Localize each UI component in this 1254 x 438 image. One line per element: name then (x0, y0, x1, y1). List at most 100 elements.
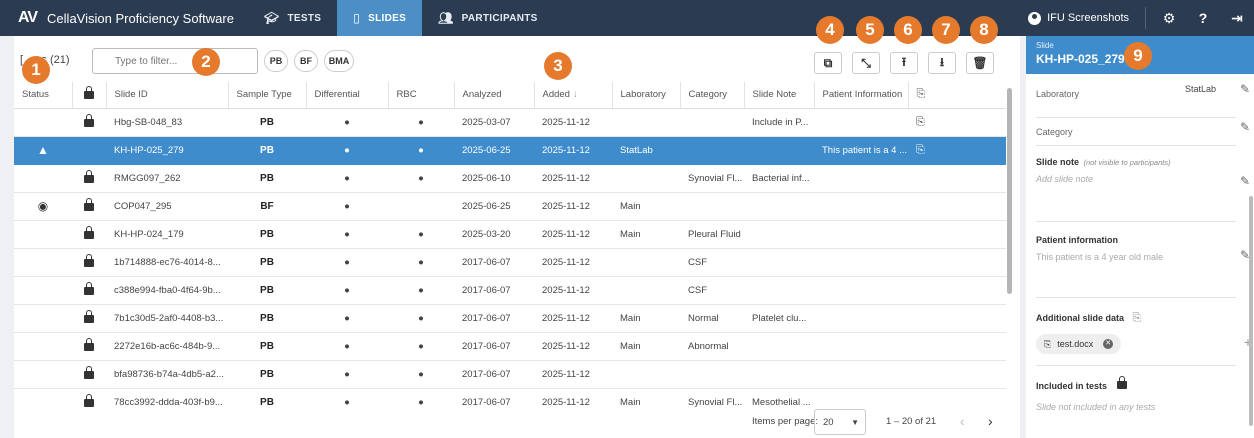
col-added-cell: 2025-11-12 (534, 276, 612, 305)
table-row[interactable]: 2272e16b-ac6c-484b-9... PB ● ● 2017-06-07 202… (14, 332, 1006, 361)
lock-icon (1117, 376, 1128, 389)
upload-button[interactable]: ⭱ (890, 52, 918, 74)
caret-down-icon: ▼ (851, 418, 859, 427)
col-slide-id-label: Slide ID (114, 89, 148, 101)
table-row[interactable]: KH-HP-024_179 PB ● ● 2025-03-20 2025-11-12 Mai… (14, 220, 1006, 249)
col-added-cell: 2025-11-12 (534, 332, 612, 361)
table-row[interactable]: c388e994-fba0-4f64-9b... PB ● ● 2017-06-07 20… (14, 276, 1006, 305)
col-category-header[interactable]: Category (680, 82, 745, 109)
edit-laboratory-icon[interactable]: ✎ (1240, 82, 1250, 96)
col-sample-type-cell: PB (228, 136, 306, 165)
paperclip-icon: ⎘ (916, 143, 925, 156)
col-slide-id-cell: c388e994-fba0-4f64-9b... (106, 276, 228, 305)
patient-info-input[interactable]: This patient is a 4 year old male (1036, 252, 1236, 262)
col-rbc-cell: ● (388, 276, 454, 305)
lock-icon (84, 113, 94, 127)
col-lock-cell (72, 192, 106, 221)
table-row[interactable]: 78cc3992-ddda-403f-b9... PB ● ● 2017-06-07 20… (14, 388, 1006, 408)
col-rbc-header[interactable]: RBC (388, 82, 455, 109)
col-laboratory-cell (612, 108, 680, 137)
user-menu[interactable]: IFU Screenshots (1028, 7, 1146, 29)
tab-participants[interactable]: 👥︎ PARTICIPANTS (422, 0, 554, 36)
col-attachment-header[interactable]: ⎘ (908, 82, 1006, 109)
delete-button[interactable]: 🗑︎ (966, 52, 994, 74)
col-analyzed-header[interactable]: Analyzed (454, 82, 535, 109)
edit-slide-note-icon[interactable]: ✎ (1240, 174, 1250, 188)
table-row[interactable]: Hbg-SB-048_83 PB ● ● 2025-03-07 2025-11-12 Inc… (14, 108, 1006, 137)
col-status-cell: ◉ (14, 192, 72, 221)
col-attachment-cell (908, 276, 1006, 305)
patient-info-label: Patient information (1036, 235, 1119, 245)
col-rbc-cell: ● (388, 164, 454, 193)
download-icon: ⭳ (939, 54, 945, 69)
download-button[interactable]: ⭳ (928, 52, 956, 74)
col-differential-cell: ● (306, 304, 388, 333)
lock-icon (84, 309, 94, 323)
col-sample-type-header[interactable]: Sample Type (228, 82, 307, 109)
remove-attachment-icon[interactable]: ✕ (1103, 339, 1114, 349)
slide-note-input[interactable]: Add slide note (1036, 174, 1236, 184)
col-differential-header[interactable]: Differential (306, 82, 389, 109)
items-per-page-select[interactable]: 20 ▼ (814, 409, 866, 435)
col-lock-cell (72, 388, 106, 408)
col-slide-id-header[interactable]: Slide ID (106, 82, 229, 109)
col-patient-info-cell (814, 192, 908, 221)
col-category-cell: Synovial Fl... (680, 388, 744, 408)
col-patient-info-header[interactable]: Patient Information (814, 82, 909, 109)
gear-icon[interactable]: ⚙ (1152, 10, 1186, 27)
col-added-cell: 2025-11-12 (534, 136, 612, 165)
tab-tests-label: TESTS (287, 12, 322, 24)
col-slide-note-cell (744, 332, 814, 361)
col-sample-type-cell: BF (228, 192, 306, 221)
col-added-cell: 2025-11-12 (534, 192, 612, 221)
table-row[interactable]: bfa98736-b74a-4db5-a2... PB ● ● 2017-06-07 20… (14, 360, 1006, 389)
col-slide-note-cell: Bacterial inf... (744, 164, 814, 193)
table-header: Status Slide ID Sample Type Differential RBC… (14, 82, 1006, 109)
table-scrollbar[interactable] (1006, 82, 1014, 408)
help-icon[interactable]: ? (1186, 10, 1220, 26)
merge-button[interactable]: ⤡ (852, 52, 880, 74)
copy-button[interactable]: ⧉ (814, 52, 842, 74)
col-added-cell: 2025-11-12 (534, 108, 612, 137)
col-status-header[interactable]: Status (14, 82, 73, 109)
marker-8: 8 (970, 16, 998, 44)
col-laboratory-header[interactable]: Laboratory (612, 82, 681, 109)
col-sample-type-cell: PB (228, 164, 306, 193)
filter-bf-chip[interactable]: BF (294, 50, 318, 72)
edit-category-icon[interactable]: ✎ (1240, 120, 1250, 134)
col-rbc-cell: ● (388, 136, 454, 165)
col-analyzed-cell: 2017-06-07 (454, 388, 534, 408)
tab-slides[interactable]: ▯ SLIDES (337, 0, 423, 36)
marker-1: 1 (22, 56, 50, 84)
logout-icon[interactable]: ⇥ (1220, 10, 1254, 27)
col-patient-info-cell (814, 276, 908, 305)
table-row[interactable]: 7b1c30d5-2af0-4408-b3... PB ● ● 2017-06-07 20… (14, 304, 1006, 333)
filter-pb-chip[interactable]: PB (264, 50, 288, 72)
col-slide-note-header[interactable]: Slide Note (744, 82, 815, 109)
col-rbc-cell: ● (388, 360, 454, 389)
col-sample-type-cell: PB (228, 248, 306, 277)
col-sample-type-cell: PB (228, 360, 306, 389)
attachment-icon: ⎘ (1044, 338, 1052, 349)
side-panel-scrollbar[interactable] (1249, 196, 1253, 426)
col-added-header[interactable]: Added ↓ (534, 82, 613, 109)
slide-note-label: Slide note (1036, 157, 1080, 167)
table-row[interactable]: ◉ COP047_295 BF ● 2025-06-25 2025-11-12 Main (14, 192, 1006, 221)
filter-bma-chip[interactable]: BMA (324, 50, 354, 72)
table-row[interactable]: 1b714888-ec76-4014-8... PB ● ● 2017-06-07 202… (14, 248, 1006, 277)
col-laboratory-cell (612, 360, 680, 389)
table-row[interactable]: ▲ KH-HP-025_279 PB ● ● 2025-06-25 2025-11-12 St… (14, 136, 1006, 165)
table-row[interactable]: RMGG097_262 PB ● ● 2025-06-10 2025-11-12 Synov… (14, 164, 1006, 193)
tab-tests[interactable]: 🎓︎ TESTS (248, 0, 337, 36)
col-analyzed-cell: 2025-06-10 (454, 164, 534, 193)
col-rbc-cell: ● (388, 248, 454, 277)
filter-input[interactable] (92, 48, 258, 74)
top-right-controls: IFU Screenshots ⚙ ? ⇥ (1028, 0, 1254, 36)
col-attachment-cell (908, 248, 1006, 277)
next-page-button[interactable]: › (988, 413, 993, 429)
attachment-chip[interactable]: ⎘ test.docx ✕ (1036, 334, 1122, 354)
table-scroll-thumb[interactable] (1007, 88, 1012, 294)
col-lock-header[interactable] (72, 82, 107, 109)
prev-page-button[interactable]: ‹ (960, 413, 965, 429)
col-rbc-cell: ● (388, 332, 454, 361)
